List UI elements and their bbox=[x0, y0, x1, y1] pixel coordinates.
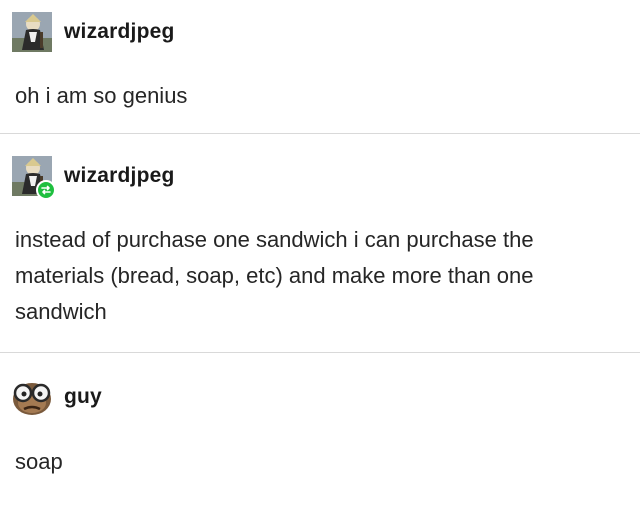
wizard-avatar[interactable] bbox=[12, 156, 56, 200]
post-body-text: soap bbox=[15, 449, 63, 474]
post-header: wizardjpeg bbox=[12, 156, 175, 200]
wizard-avatar[interactable] bbox=[12, 12, 52, 52]
post-3: guy soap bbox=[0, 353, 640, 506]
post-2: wizardjpeg instead of purchase one sandw… bbox=[0, 134, 640, 353]
post-header: wizardjpeg bbox=[12, 12, 175, 52]
post-username[interactable]: wizardjpeg bbox=[64, 20, 175, 44]
post-1: wizardjpeg oh i am so genius bbox=[0, 0, 640, 134]
post-username[interactable]: wizardjpeg bbox=[64, 164, 175, 188]
post-body-text: instead of purchase one sandwich i can p… bbox=[15, 227, 534, 324]
post-body-text: oh i am so genius bbox=[15, 83, 188, 108]
wizard-avatar-icon bbox=[12, 12, 52, 52]
glasses-face-avatar[interactable] bbox=[12, 377, 52, 417]
post-header: guy bbox=[12, 377, 102, 417]
post-username[interactable]: guy bbox=[64, 385, 102, 409]
reblog-icon bbox=[36, 180, 56, 200]
glasses-face-icon bbox=[12, 377, 52, 417]
